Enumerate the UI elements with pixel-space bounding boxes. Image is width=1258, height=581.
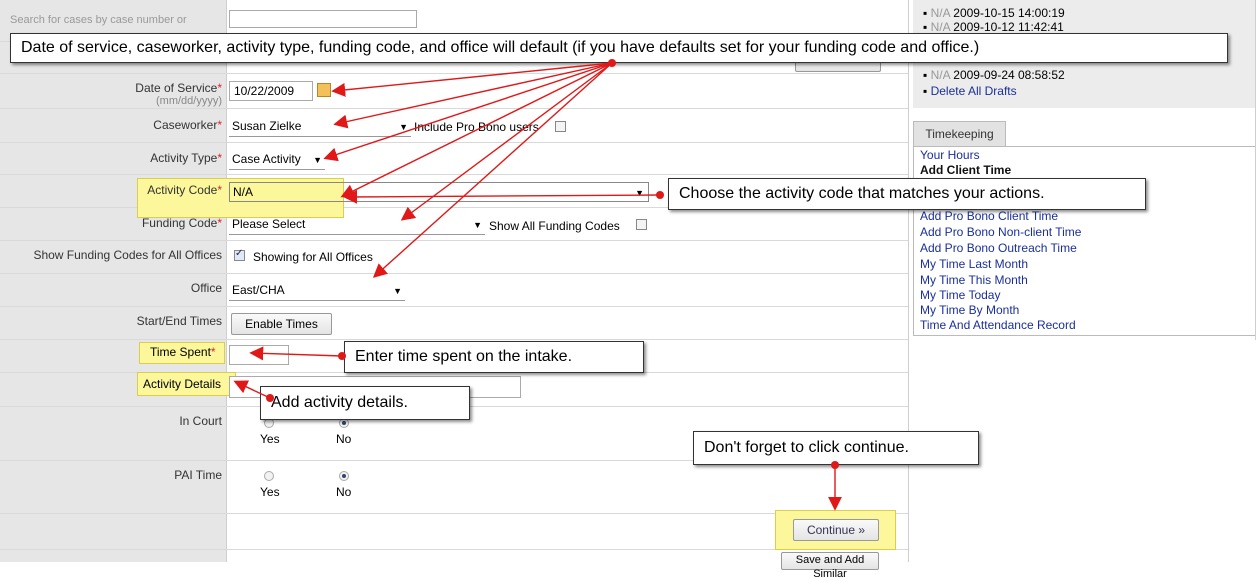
office-value: East/CHA: [232, 283, 285, 297]
show-all-funding-label: Show All Funding Codes: [489, 219, 620, 233]
column-divider: [226, 0, 227, 562]
in-court-label: In Court: [179, 414, 222, 428]
link-my-time-last-month[interactable]: My Time Last Month: [920, 257, 1028, 271]
time-spent-input[interactable]: [229, 345, 289, 365]
activity-code-value: N/A: [233, 185, 254, 199]
link-pro-bono-nonclient[interactable]: Add Pro Bono Non-client Time: [920, 225, 1081, 239]
delete-drafts-link[interactable]: Delete All Drafts: [931, 84, 1017, 98]
enable-times-button[interactable]: Enable Times: [231, 313, 332, 335]
link-my-time-today[interactable]: My Time Today: [920, 288, 1000, 302]
start-end-times-label: Start/End Times: [136, 314, 222, 328]
time-spent-callout: Enter time spent on the intake.: [344, 341, 644, 373]
tab-timekeeping[interactable]: Timekeeping: [913, 121, 1006, 147]
activity-type-value: Case Activity: [232, 152, 301, 166]
save-and-add-similar-button[interactable]: Save and Add Similar: [781, 552, 879, 580]
show-all-offices-checkbox[interactable]: [234, 248, 245, 261]
sidebar-divider: [908, 0, 909, 562]
row-divider: [0, 513, 908, 514]
pro-bono-checkbox[interactable]: [555, 121, 566, 132]
draft-item[interactable]: ▪ N/A 2009-10-12 11:42:41: [923, 20, 1064, 34]
calendar-icon[interactable]: [317, 83, 331, 97]
chevron-down-icon: ▼: [399, 122, 408, 132]
row-divider: [0, 549, 908, 550]
link-your-hours[interactable]: Your Hours: [920, 148, 980, 162]
row-divider: [0, 108, 908, 109]
date-of-service-label: Date of Service*: [135, 81, 222, 95]
funding-code-label: Funding Code*: [141, 216, 222, 230]
pai-no-radio[interactable]: [339, 471, 349, 481]
defaults-callout: Date of service, caseworker, activity ty…: [10, 33, 1228, 63]
continue-callout: Don't forget to click continue.: [693, 431, 979, 465]
link-add-client-time[interactable]: Add Client Time: [920, 163, 1011, 177]
in-court-no-label: No: [336, 432, 352, 446]
row-divider: [0, 240, 908, 241]
draft-item[interactable]: ▪ N/A 2009-09-24 08:58:52: [923, 68, 1065, 82]
continue-button[interactable]: Continue »: [793, 519, 879, 541]
funding-code-select[interactable]: Please Select ▼: [229, 215, 485, 235]
link-pro-bono-client[interactable]: Add Pro Bono Client Time: [920, 209, 1058, 223]
chevron-down-icon: ▼: [473, 220, 482, 230]
details-callout: Add activity details.: [260, 386, 470, 420]
row-divider: [0, 339, 908, 340]
delete-drafts-item[interactable]: ▪ Delete All Drafts: [923, 84, 1017, 98]
search-input[interactable]: [229, 10, 417, 28]
search-label: Search for cases by case number or: [10, 14, 187, 26]
caseworker-value: Susan Zielke: [232, 119, 302, 133]
date-format-hint: (mm/dd/yyyy): [156, 95, 222, 107]
pai-yes-label: Yes: [260, 485, 280, 499]
in-court-yes-label: Yes: [260, 432, 280, 446]
row-divider: [0, 306, 908, 307]
row-divider: [0, 174, 908, 175]
pai-time-label: PAI Time: [174, 468, 222, 482]
funding-code-value: Please Select: [232, 217, 306, 231]
pai-no-label: No: [336, 485, 352, 499]
activity-type-label: Activity Type*: [150, 151, 222, 165]
time-spent-label: Time Spent*: [150, 345, 216, 359]
activity-code-callout: Choose the activity code that matches yo…: [668, 178, 1146, 210]
office-label: Office: [190, 281, 222, 295]
activity-type-select[interactable]: Case Activity ▼: [229, 150, 325, 170]
showing-all-offices-text: Showing for All Offices: [253, 250, 373, 264]
pai-yes-radio[interactable]: [264, 471, 274, 481]
link-my-time-this-month[interactable]: My Time This Month: [920, 273, 1028, 287]
caseworker-label: Caseworker*: [153, 118, 222, 132]
draft-item[interactable]: ▪ N/A 2009-10-15 14:00:19: [923, 6, 1065, 20]
activity-details-label: Activity Details: [143, 377, 222, 391]
show-all-offices-label: Show Funding Codes for All Offices: [33, 248, 222, 262]
office-select[interactable]: East/CHA ▼: [229, 281, 405, 301]
link-pro-bono-outreach[interactable]: Add Pro Bono Outreach Time: [920, 241, 1077, 255]
row-divider: [0, 273, 908, 274]
activity-code-select[interactable]: N/A ▼: [229, 182, 649, 202]
row-divider: [0, 73, 908, 74]
caseworker-select[interactable]: Susan Zielke ▼: [229, 117, 411, 137]
row-divider: [0, 142, 908, 143]
pro-bono-label: Include Pro Bono users: [414, 120, 539, 134]
link-time-attendance[interactable]: Time And Attendance Record: [920, 318, 1076, 332]
chevron-down-icon: ▼: [313, 155, 322, 165]
draft-timestamp: 2009-10-12 11:42:41: [953, 20, 1064, 34]
draft-timestamp: 2009-09-24 08:58:52: [953, 68, 1065, 82]
draft-timestamp: 2009-10-15 14:00:19: [953, 6, 1065, 20]
show-all-funding-checkbox[interactable]: [636, 219, 647, 230]
chevron-down-icon: ▼: [393, 286, 402, 296]
link-my-time-by-month[interactable]: My Time By Month: [920, 303, 1019, 317]
sidebar-right-border: [1255, 0, 1256, 340]
chevron-down-icon: ▼: [635, 188, 644, 198]
date-of-service-input[interactable]: 10/22/2009: [229, 81, 313, 101]
activity-code-label: Activity Code*: [147, 183, 222, 197]
